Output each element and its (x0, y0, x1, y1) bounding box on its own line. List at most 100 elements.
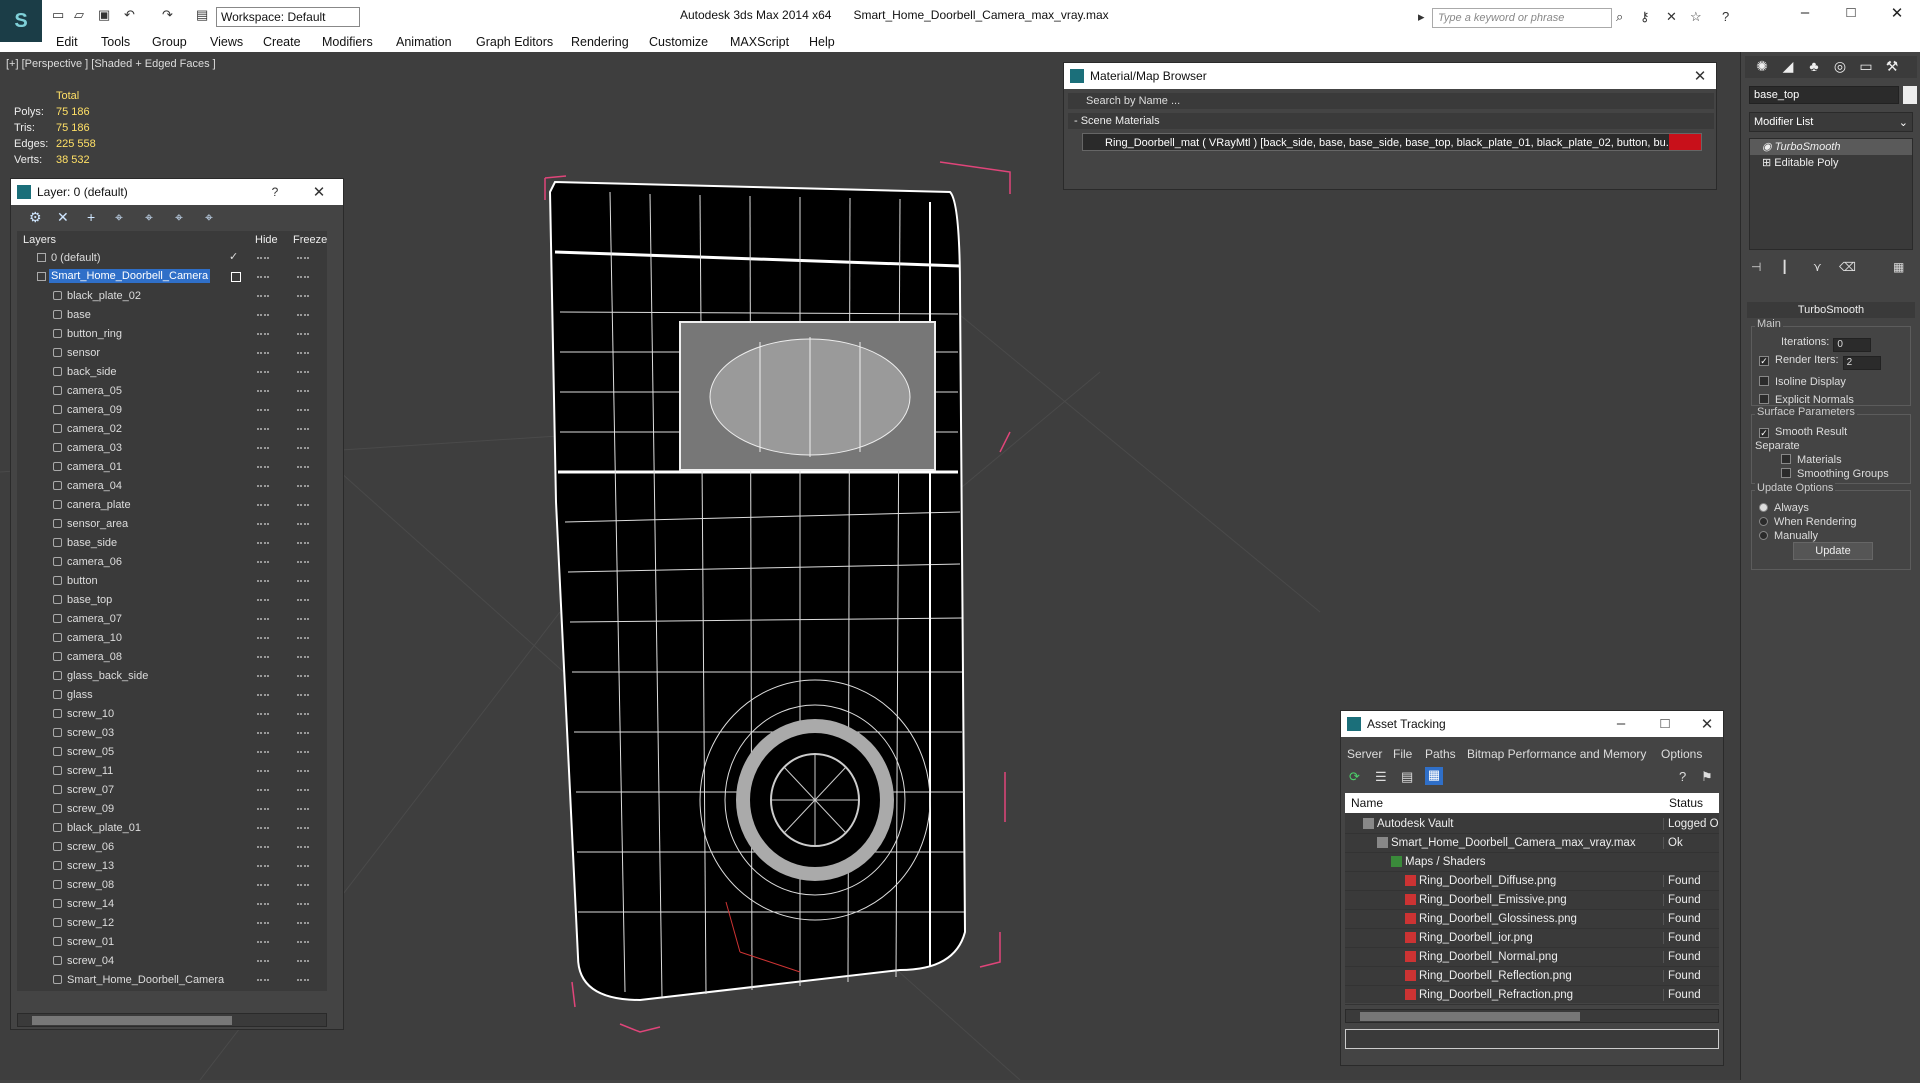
freeze-toggle[interactable] (297, 428, 309, 430)
hide-toggle[interactable] (257, 922, 269, 924)
freeze-toggle[interactable] (297, 808, 309, 810)
menu-graph-editors[interactable]: Graph Editors (476, 35, 553, 49)
freeze-toggle[interactable] (297, 409, 309, 411)
layer-object-row[interactable]: screw_12 (17, 914, 327, 933)
materials-checkbox[interactable] (1781, 454, 1791, 464)
motion-tab-icon[interactable]: ◎ (1829, 58, 1851, 76)
layer-object-row[interactable]: camera_05 (17, 382, 327, 401)
freeze-toggle[interactable] (297, 979, 309, 981)
layer-object-row[interactable]: glass (17, 686, 327, 705)
show-end-result-icon[interactable]: ┃ (1781, 260, 1788, 274)
iterations-spinner[interactable]: 0 (1833, 338, 1872, 352)
refresh-icon[interactable]: ⟳ (1349, 769, 1360, 785)
at-menu-paths[interactable]: Paths (1425, 747, 1456, 761)
update-button[interactable]: Update (1793, 542, 1873, 560)
utilities-tab-icon[interactable]: ⚒ (1881, 58, 1903, 76)
viewport-label[interactable]: [+] [Perspective ] [Shaded + Edged Faces… (6, 58, 216, 70)
freeze-toggle[interactable] (297, 504, 309, 506)
pin-stack-icon[interactable]: ⊣ (1751, 260, 1761, 274)
menu-views[interactable]: Views (210, 35, 243, 49)
at-menu-file[interactable]: File (1393, 747, 1412, 761)
help-icon[interactable]: ? (265, 185, 285, 199)
menu-animation[interactable]: Animation (396, 35, 452, 49)
highlight-layer-icon[interactable]: ⌖ (175, 209, 183, 226)
layer-horizontal-scrollbar[interactable] (17, 1013, 327, 1027)
create-tab-icon[interactable]: ✺ (1751, 58, 1773, 76)
freeze-toggle[interactable] (297, 865, 309, 867)
layer-object-row[interactable]: button_ring (17, 325, 327, 344)
hide-toggle[interactable] (257, 732, 269, 734)
layer-object-row[interactable]: camera_01 (17, 458, 327, 477)
at-menu-bitmap-performance[interactable]: Bitmap Performance and Memory (1467, 747, 1646, 761)
hide-toggle[interactable] (257, 770, 269, 772)
hide-toggle[interactable] (257, 618, 269, 620)
app-logo-icon[interactable]: S (0, 0, 42, 42)
minimize-icon[interactable]: – (1611, 715, 1631, 732)
freeze-toggle[interactable] (297, 637, 309, 639)
new-file-icon[interactable]: ▭ (52, 7, 64, 25)
freeze-toggle[interactable] (297, 922, 309, 924)
close-icon[interactable]: ✕ (309, 183, 329, 201)
hide-toggle[interactable] (257, 276, 269, 278)
stack-item-turbosmooth[interactable]: ◉ TurboSmooth (1750, 139, 1912, 155)
hide-toggle[interactable] (257, 485, 269, 487)
close-icon[interactable]: ✕ (1690, 67, 1710, 85)
smoothing-groups-checkbox[interactable] (1781, 468, 1791, 478)
freeze-toggle[interactable] (297, 276, 309, 278)
scroll-thumb[interactable] (32, 1016, 232, 1025)
freeze-toggle[interactable] (297, 390, 309, 392)
hide-toggle[interactable] (257, 428, 269, 430)
at-menu-options[interactable]: Options (1661, 747, 1702, 761)
layer-object-row[interactable]: camera_06 (17, 553, 327, 572)
layer-object-row[interactable]: screw_11 (17, 762, 327, 781)
layer-object-row[interactable]: black_plate_01 (17, 819, 327, 838)
at-menu-server[interactable]: Server (1347, 747, 1382, 761)
freeze-toggle[interactable] (297, 295, 309, 297)
freeze-toggle[interactable] (297, 333, 309, 335)
layer-object-row[interactable]: camera_10 (17, 629, 327, 648)
help-icon[interactable]: ? (1679, 769, 1686, 784)
asset-row[interactable]: Maps / Shaders (1345, 853, 1719, 872)
hide-toggle[interactable] (257, 789, 269, 791)
layer-object-row[interactable]: screw_09 (17, 800, 327, 819)
col-hide[interactable]: Hide (255, 234, 278, 246)
freeze-toggle[interactable] (297, 542, 309, 544)
scene-materials-section[interactable]: - Scene Materials (1068, 113, 1714, 129)
help-icon[interactable]: ? (1722, 9, 1729, 24)
render-iters-spinner[interactable]: 2 (1842, 356, 1881, 370)
project-folder-icon[interactable]: ▤ (196, 7, 208, 25)
layer-panel-title-bar[interactable]: Layer: 0 (default) ? ✕ (11, 179, 343, 205)
layer-object-row[interactable]: screw_13 (17, 857, 327, 876)
freeze-toggle[interactable] (297, 485, 309, 487)
col-freeze[interactable]: Freeze (293, 234, 327, 246)
asset-row[interactable]: Ring_Doorbell_Diffuse.png Found (1345, 872, 1719, 891)
layer-object-row[interactable]: back_side (17, 363, 327, 382)
layer-object-row[interactable]: screw_04 (17, 952, 327, 971)
hide-toggle[interactable] (257, 941, 269, 943)
hide-toggle[interactable] (257, 314, 269, 316)
menu-maxscript[interactable]: MAXScript (730, 35, 789, 49)
expand-arrow-icon[interactable]: ▸ (1418, 9, 1425, 25)
layer-object-row[interactable]: camera_02 (17, 420, 327, 439)
layer-object-row[interactable]: screw_01 (17, 933, 327, 952)
menu-help[interactable]: Help (809, 35, 835, 49)
help-search-input[interactable]: Type a keyword or phrase (1432, 8, 1612, 28)
hide-toggle[interactable] (257, 504, 269, 506)
hide-toggle[interactable] (257, 599, 269, 601)
manually-radio[interactable] (1759, 531, 1768, 540)
freeze-toggle[interactable] (297, 352, 309, 354)
layer-object-row[interactable]: glass_back_side (17, 667, 327, 686)
hide-toggle[interactable] (257, 979, 269, 981)
hide-toggle[interactable] (257, 846, 269, 848)
asset-row[interactable]: Ring_Doorbell_ior.png Found (1345, 929, 1719, 948)
when-rendering-radio[interactable] (1759, 517, 1768, 526)
layer-object-row[interactable]: camera_08 (17, 648, 327, 667)
smooth-result-checkbox[interactable]: ✓ (1759, 428, 1769, 438)
layer-row-default[interactable]: 0 (default) ✓ (17, 249, 327, 268)
freeze-toggle[interactable] (297, 675, 309, 677)
hide-toggle[interactable] (257, 751, 269, 753)
freeze-toggle[interactable] (297, 941, 309, 943)
layer-object-row[interactable]: base_side (17, 534, 327, 553)
layer-object-row[interactable]: base (17, 306, 327, 325)
asset-row[interactable]: Smart_Home_Doorbell_Camera_max_vray.max O… (1345, 834, 1719, 853)
